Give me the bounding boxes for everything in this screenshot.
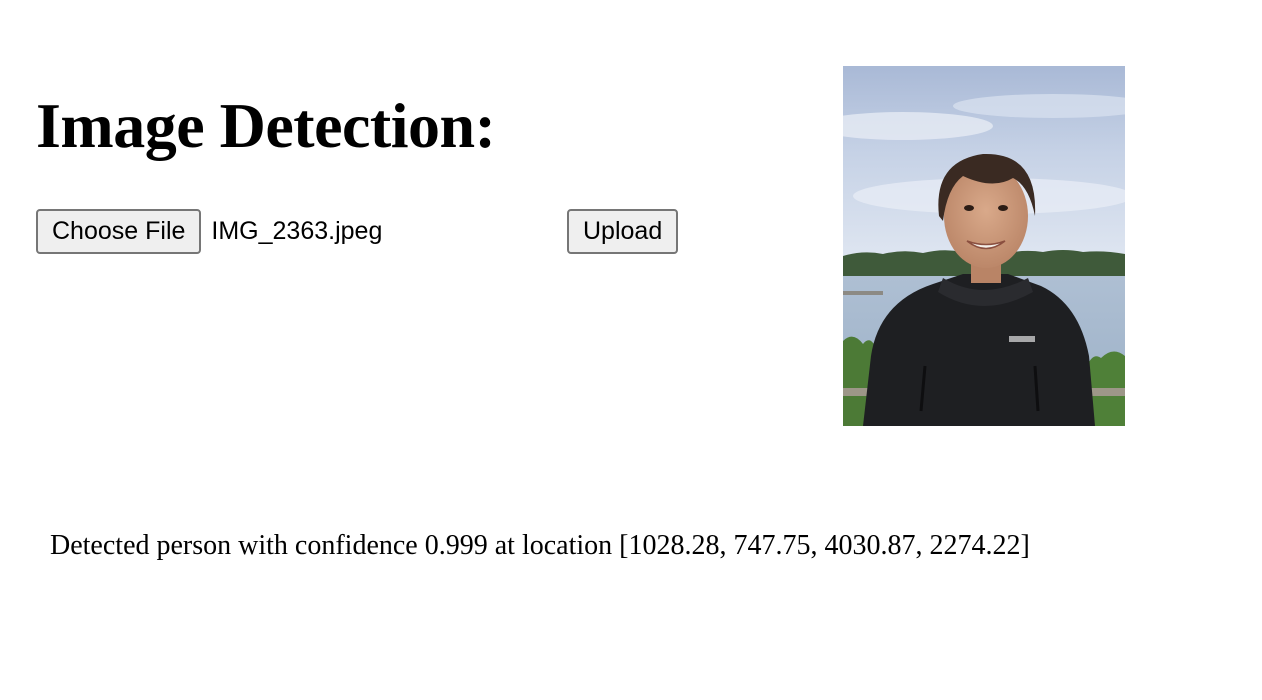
choose-file-button[interactable]: Choose File (36, 209, 202, 254)
selected-file-name: IMG_2363.jpeg (211, 217, 383, 245)
page-title: Image Detection: (36, 90, 496, 161)
jacket-logo (1009, 336, 1035, 342)
detection-result: Detected person with confidence 0.999 at… (50, 530, 1030, 561)
page: Image Detection: Choose File IMG_2363.jp… (0, 0, 1262, 700)
file-input[interactable]: Choose File IMG_2363.jpeg (36, 209, 382, 254)
eye (998, 205, 1008, 211)
upload-button[interactable]: Upload (567, 209, 679, 254)
uploaded-photo (843, 66, 1125, 426)
dock (843, 291, 883, 295)
eye (964, 205, 974, 211)
